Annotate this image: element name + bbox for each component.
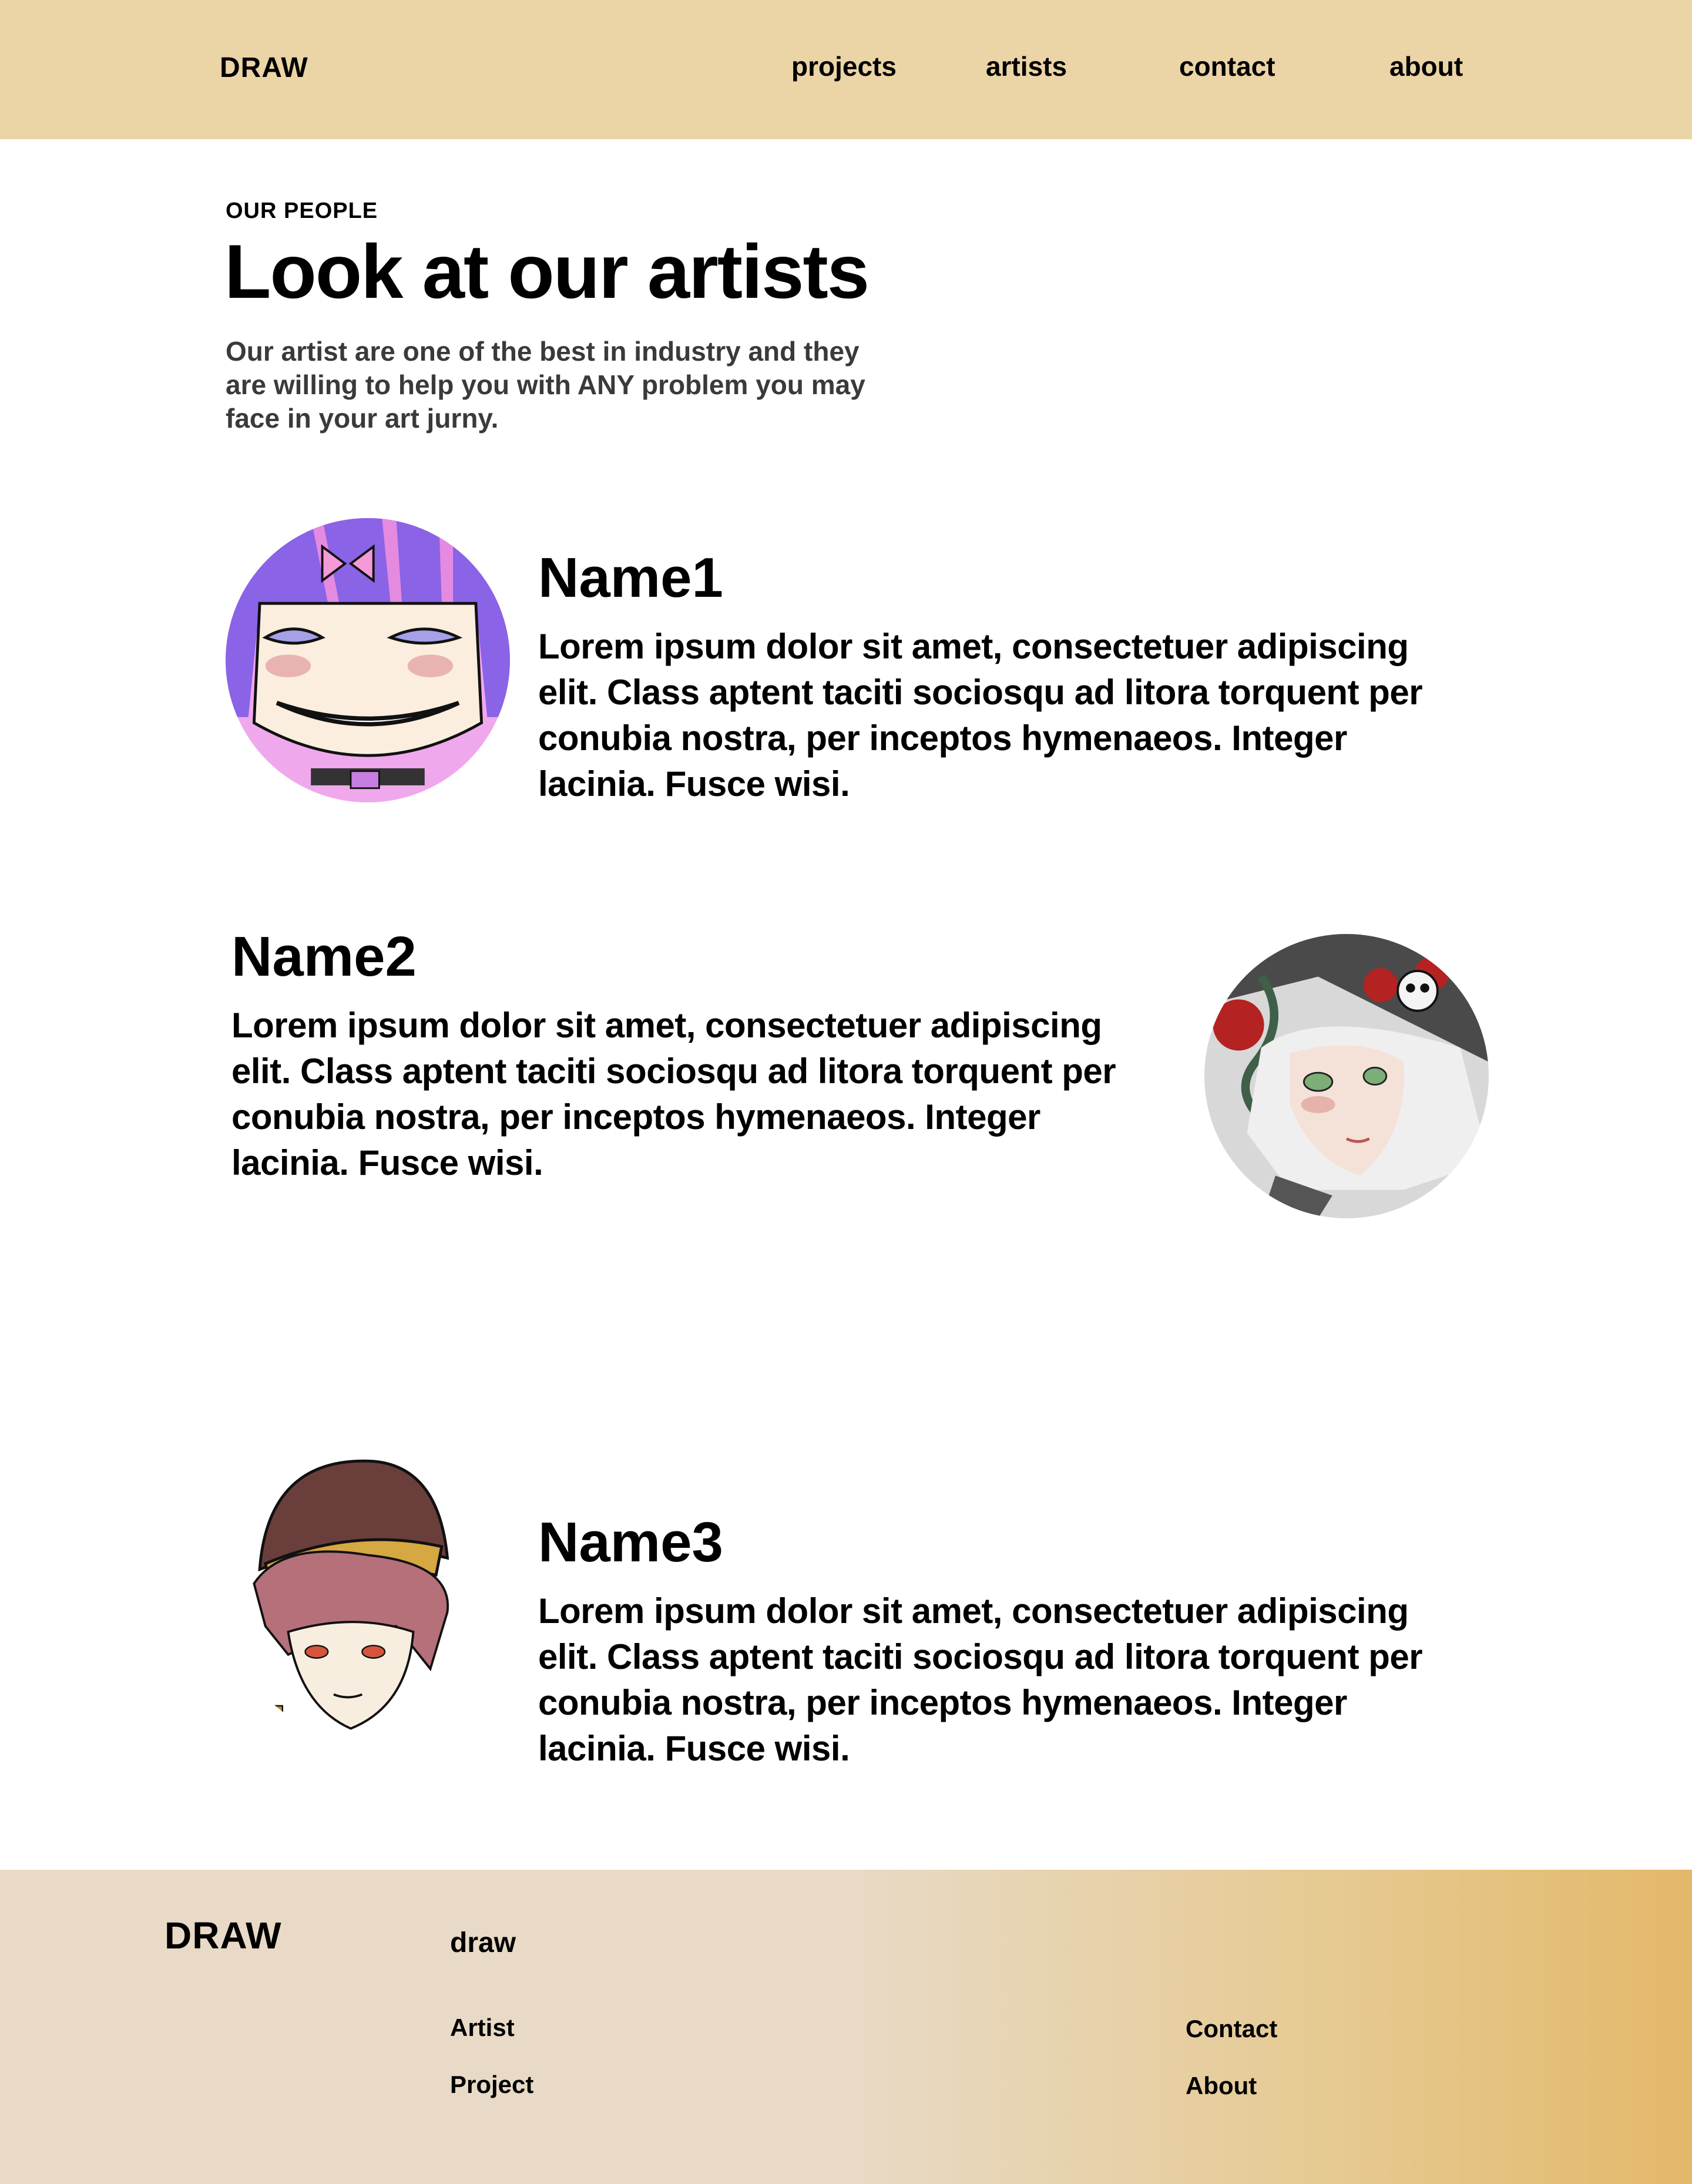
section-eyebrow: OUR PEOPLE (226, 199, 378, 223)
intro-description: Our artist are one of the best in indust… (226, 336, 865, 434)
artist-avatar-1 (226, 518, 510, 802)
artist-avatar-3 (226, 1456, 510, 1740)
site-logo[interactable]: DRAW (220, 52, 308, 84)
footer-link-artist[interactable]: Artist (450, 2014, 515, 2042)
artist-avatar-2 (1204, 934, 1489, 1218)
nav-artists[interactable]: artists (986, 51, 1067, 82)
artist-bio-2: Lorem ipsum dolor sit amet, consectetuer… (231, 1006, 1116, 1182)
artist-name-3: Name3 (538, 1511, 723, 1574)
nav-contact[interactable]: contact (1179, 51, 1275, 82)
artist-name-2: Name2 (231, 925, 417, 988)
artist-portrait-1 (226, 518, 510, 802)
footer-link-about[interactable]: About (1186, 2072, 1257, 2100)
page-title: Look at our artists (224, 229, 870, 314)
artist-name-1: Name1 (538, 546, 723, 609)
footer-link-project[interactable]: Project (450, 2071, 533, 2099)
artist-portrait-3 (226, 1456, 510, 1740)
footer-logo[interactable]: DRAW (164, 1914, 282, 1957)
footer-heading: draw (450, 1927, 516, 1958)
nav-about[interactable]: about (1389, 51, 1463, 82)
artist-bio-3: Lorem ipsum dolor sit amet, consectetuer… (538, 1591, 1423, 1768)
nav-projects[interactable]: projects (791, 51, 897, 82)
footer-link-contact[interactable]: Contact (1186, 2015, 1277, 2043)
artist-bio-1: Lorem ipsum dolor sit amet, consectetuer… (538, 627, 1423, 804)
artist-portrait-2 (1204, 934, 1489, 1218)
